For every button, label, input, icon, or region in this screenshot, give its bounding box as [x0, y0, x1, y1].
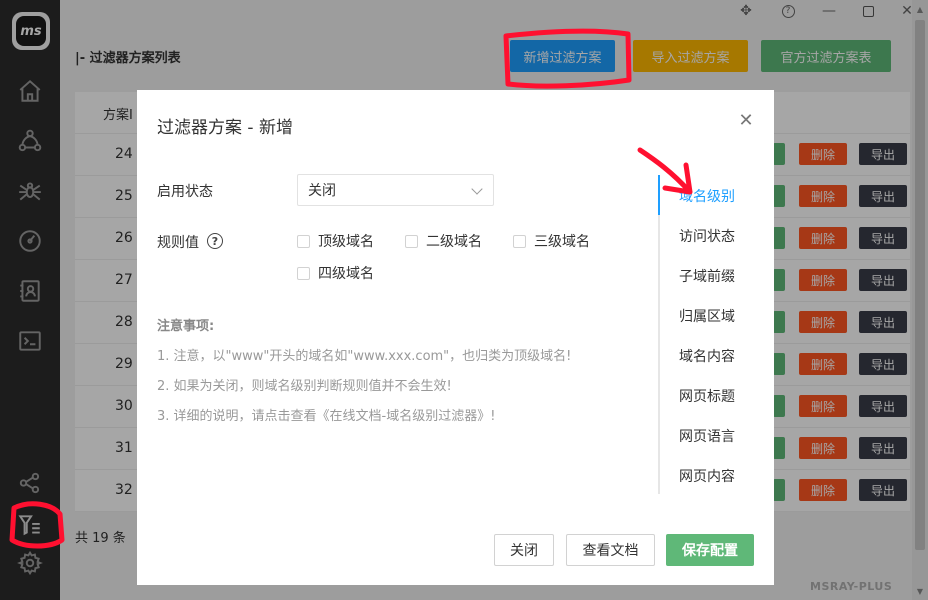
nav-track [658, 175, 660, 494]
close-icon[interactable]: ✕ [738, 112, 754, 130]
nav-page-language[interactable]: 网页语言 [679, 426, 735, 446]
nav-active-indicator [658, 175, 660, 215]
checkbox-box[interactable] [297, 234, 310, 248]
note-2: 2. 如果为关闭，则域名级别判断规则值并不会生效! [157, 379, 452, 394]
checkbox-second-level[interactable]: 二级域名 [405, 231, 482, 251]
new-scheme-dialog: 过滤器方案 - 新增 ✕ 启用状态 关闭 规则值 ? 顶级域名 二级域名 三级域… [137, 90, 774, 585]
status-select[interactable]: 关闭 [297, 174, 494, 206]
checkbox-top-level[interactable]: 顶级域名 [297, 231, 374, 251]
checkbox-fourth-level[interactable]: 四级域名 [297, 263, 374, 283]
view-docs-button[interactable]: 查看文档 [566, 534, 655, 566]
nav-page-content[interactable]: 网页内容 [679, 466, 735, 486]
nav-domain-level[interactable]: 域名级别 [679, 186, 735, 206]
checkbox-box[interactable] [297, 266, 310, 280]
close-button[interactable]: 关闭 [494, 534, 554, 566]
note-3[interactable]: 3. 详细的说明，请点击查看《在线文档-域名级别过滤器》! [157, 405, 495, 424]
nav-page-title[interactable]: 网页标题 [679, 386, 735, 406]
nav-access-status[interactable]: 访问状态 [679, 226, 735, 246]
rule-label: 规则值 [157, 235, 199, 251]
note-1: 1. 注意，以"www"开头的域名如"www.xxx.com"，也归类为顶级域名… [157, 349, 572, 364]
dialog-title: 过滤器方案 - 新增 [157, 118, 293, 138]
checkbox-box[interactable] [513, 234, 526, 248]
checkbox-third-level[interactable]: 三级域名 [513, 231, 590, 251]
notes-title: 注意事项: [157, 319, 215, 334]
nav-subdomain-prefix[interactable]: 子域前缀 [679, 266, 735, 286]
save-config-button[interactable]: 保存配置 [666, 534, 754, 566]
help-icon[interactable]: ? [207, 233, 223, 249]
nav-domain-content[interactable]: 域名内容 [679, 346, 735, 366]
chevron-down-icon [471, 183, 483, 195]
checkbox-box[interactable] [405, 234, 418, 248]
nav-region[interactable]: 归属区域 [679, 306, 735, 326]
status-select-value: 关闭 [308, 183, 336, 199]
status-label: 启用状态 [157, 184, 213, 200]
